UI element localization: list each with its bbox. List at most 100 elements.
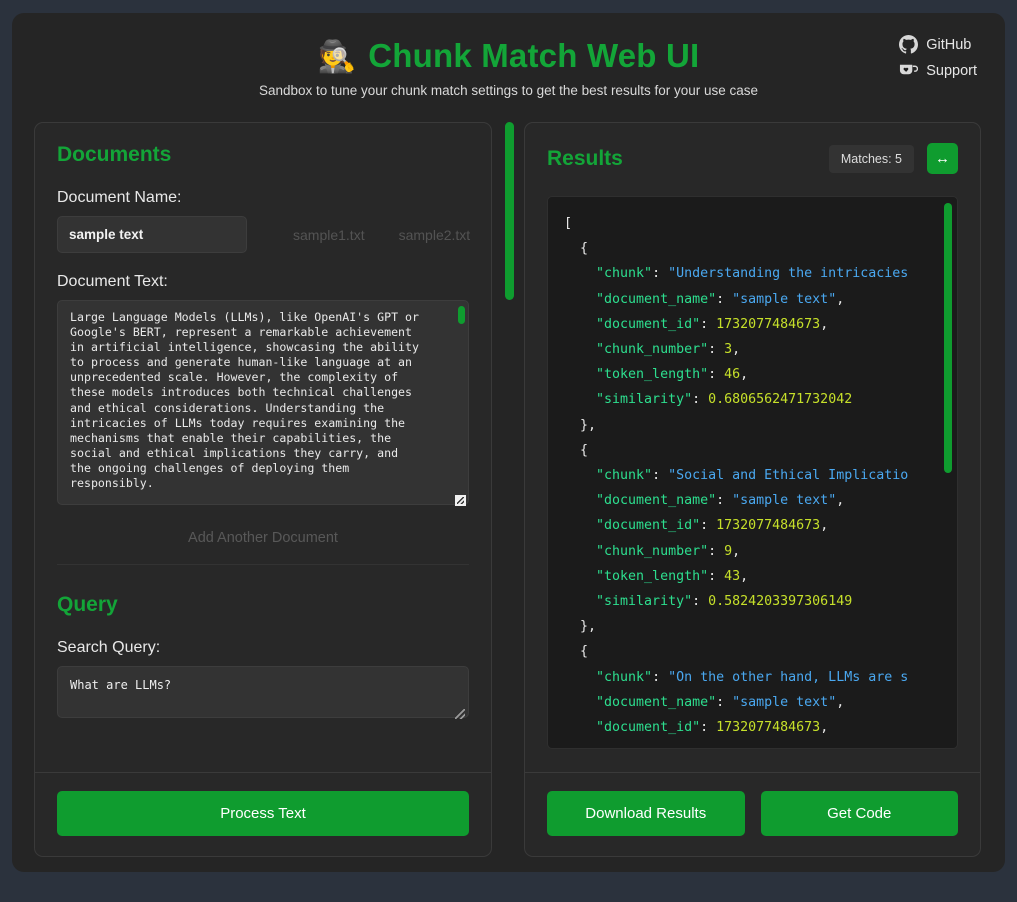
json-token: "sample text" xyxy=(732,291,837,307)
json-token: : xyxy=(708,568,725,584)
json-line: "document_id": 1732077484673, xyxy=(564,312,941,337)
results-json-code: [ { "chunk": "Understanding the intricac… xyxy=(564,211,941,740)
json-line: "document_name": "sample text", xyxy=(564,488,941,513)
results-header: Results Matches: 5 ↔ xyxy=(547,143,958,174)
expand-results-button[interactable]: ↔ xyxy=(927,143,958,174)
json-line: "document_id": 1732077484673, xyxy=(564,715,941,740)
json-line: { xyxy=(564,438,941,463)
search-query-resize-handle[interactable] xyxy=(455,709,465,719)
json-token: 1732077484673 xyxy=(716,720,821,736)
results-panel: Results Matches: 5 ↔ [ { "chunk": "Under… xyxy=(524,122,981,857)
json-token: "similarity" xyxy=(564,594,693,610)
json-token: , xyxy=(820,518,829,534)
download-results-button[interactable]: Download Results xyxy=(547,791,745,836)
json-token: 46 xyxy=(724,367,741,383)
json-token: "chunk" xyxy=(564,468,653,484)
json-token: , xyxy=(740,367,749,383)
json-token: 3 xyxy=(724,342,733,358)
documents-panel-scrollbar[interactable] xyxy=(505,122,514,300)
document-text-scrollbar[interactable] xyxy=(458,306,465,324)
coffee-heart-icon xyxy=(899,61,919,80)
json-token: "sample text" xyxy=(732,493,837,509)
json-line: "chunk_number": 9, xyxy=(564,539,941,564)
results-panel-body: Results Matches: 5 ↔ [ { "chunk": "Under… xyxy=(525,123,980,772)
json-token: , xyxy=(820,720,829,736)
json-token: 43 xyxy=(724,568,741,584)
json-token: "document_name" xyxy=(564,493,717,509)
process-text-button[interactable]: Process Text xyxy=(57,791,469,836)
json-token: 9 xyxy=(724,543,733,559)
json-token: { xyxy=(564,644,589,660)
json-token: : xyxy=(652,468,669,484)
json-token: : xyxy=(692,392,709,408)
support-link-label: Support xyxy=(926,62,977,79)
json-token: , xyxy=(836,291,845,307)
github-icon xyxy=(899,35,919,54)
documents-heading: Documents xyxy=(57,143,172,166)
page-title: Chunk Match Web UI xyxy=(368,37,700,74)
github-link[interactable]: GitHub xyxy=(899,35,971,54)
json-token: : xyxy=(708,342,725,358)
json-token: : xyxy=(708,367,725,383)
documents-panel-body: Documents Document Name: sample1.txt sam… xyxy=(35,123,491,772)
json-token: "chunk_number" xyxy=(564,543,709,559)
json-token: , xyxy=(820,316,829,332)
document-name-input[interactable] xyxy=(57,216,247,253)
query-heading: Query xyxy=(57,593,118,616)
json-token: 1732077484673 xyxy=(716,316,821,332)
results-json-viewer[interactable]: [ { "chunk": "Understanding the intricac… xyxy=(547,196,958,749)
json-token: , xyxy=(732,342,741,358)
json-token: "document_name" xyxy=(564,694,717,710)
json-token: , xyxy=(836,694,845,710)
support-link[interactable]: Support xyxy=(899,61,977,80)
json-line: "similarity": 0.5824203397306149 xyxy=(564,589,941,614)
document-text-input[interactable]: Large Language Models (LLMs), like OpenA… xyxy=(57,300,469,505)
json-token: 0.5824203397306149 xyxy=(708,594,853,610)
json-token: }, xyxy=(564,619,597,635)
add-another-document-button[interactable]: Add Another Document xyxy=(57,510,469,562)
json-token: "chunk_number" xyxy=(564,342,709,358)
json-token: : xyxy=(708,543,725,559)
json-line: { xyxy=(564,236,941,261)
title-row: 🕵️ Chunk Match Web UI xyxy=(34,31,983,75)
json-line: { xyxy=(564,639,941,664)
json-token: "On the other hand, LLMs are s xyxy=(668,669,909,685)
app-container: 🕵️ Chunk Match Web UI Sandbox to tune yo… xyxy=(12,13,1005,872)
json-line: "similarity": 0.6806562471732042 xyxy=(564,387,941,412)
json-token: : xyxy=(652,669,669,685)
json-token: { xyxy=(564,442,589,458)
left-column: Documents Document Name: sample1.txt sam… xyxy=(34,122,514,857)
json-token: : xyxy=(692,594,709,610)
json-line: "document_id": 1732077484673, xyxy=(564,513,941,538)
json-token: "document_id" xyxy=(564,316,701,332)
json-line: "token_length": 46, xyxy=(564,362,941,387)
json-line: "chunk_number": 3, xyxy=(564,337,941,362)
results-panel-footer: Download Results Get Code xyxy=(525,772,980,856)
document-text-resize-handle[interactable] xyxy=(455,495,466,506)
documents-panel-footer: Process Text xyxy=(35,772,491,856)
json-line: "chunk": "Understanding the intricacies xyxy=(564,261,941,286)
sample-file-1[interactable]: sample1.txt xyxy=(279,227,379,243)
json-token: "document_id" xyxy=(564,518,701,534)
json-line: "chunk": "On the other hand, LLMs are s xyxy=(564,665,941,690)
search-query-input[interactable]: What are LLMs? xyxy=(57,666,469,718)
json-line: "token_length": 43, xyxy=(564,564,941,589)
json-token: "Social and Ethical Implicatio xyxy=(668,468,909,484)
json-token: : xyxy=(716,291,733,307)
json-token: 1732077484673 xyxy=(716,518,821,534)
document-text-label: Document Text: xyxy=(57,273,168,290)
header-links: GitHub Support xyxy=(899,35,977,80)
json-token: "token_length" xyxy=(564,568,709,584)
sample-file-2[interactable]: sample2.txt xyxy=(385,227,485,243)
json-line: [ xyxy=(564,211,941,236)
json-token: : xyxy=(716,694,733,710)
results-json-scrollbar[interactable] xyxy=(944,203,952,473)
json-line: }, xyxy=(564,413,941,438)
page-subtitle: Sandbox to tune your chunk match setting… xyxy=(258,83,759,98)
json-token: : xyxy=(652,266,669,282)
json-token: , xyxy=(836,493,845,509)
json-token: "Understanding the intricacies xyxy=(668,266,909,282)
documents-panel: Documents Document Name: sample1.txt sam… xyxy=(34,122,492,857)
json-token: "document_id" xyxy=(564,720,701,736)
get-code-button[interactable]: Get Code xyxy=(760,791,958,836)
